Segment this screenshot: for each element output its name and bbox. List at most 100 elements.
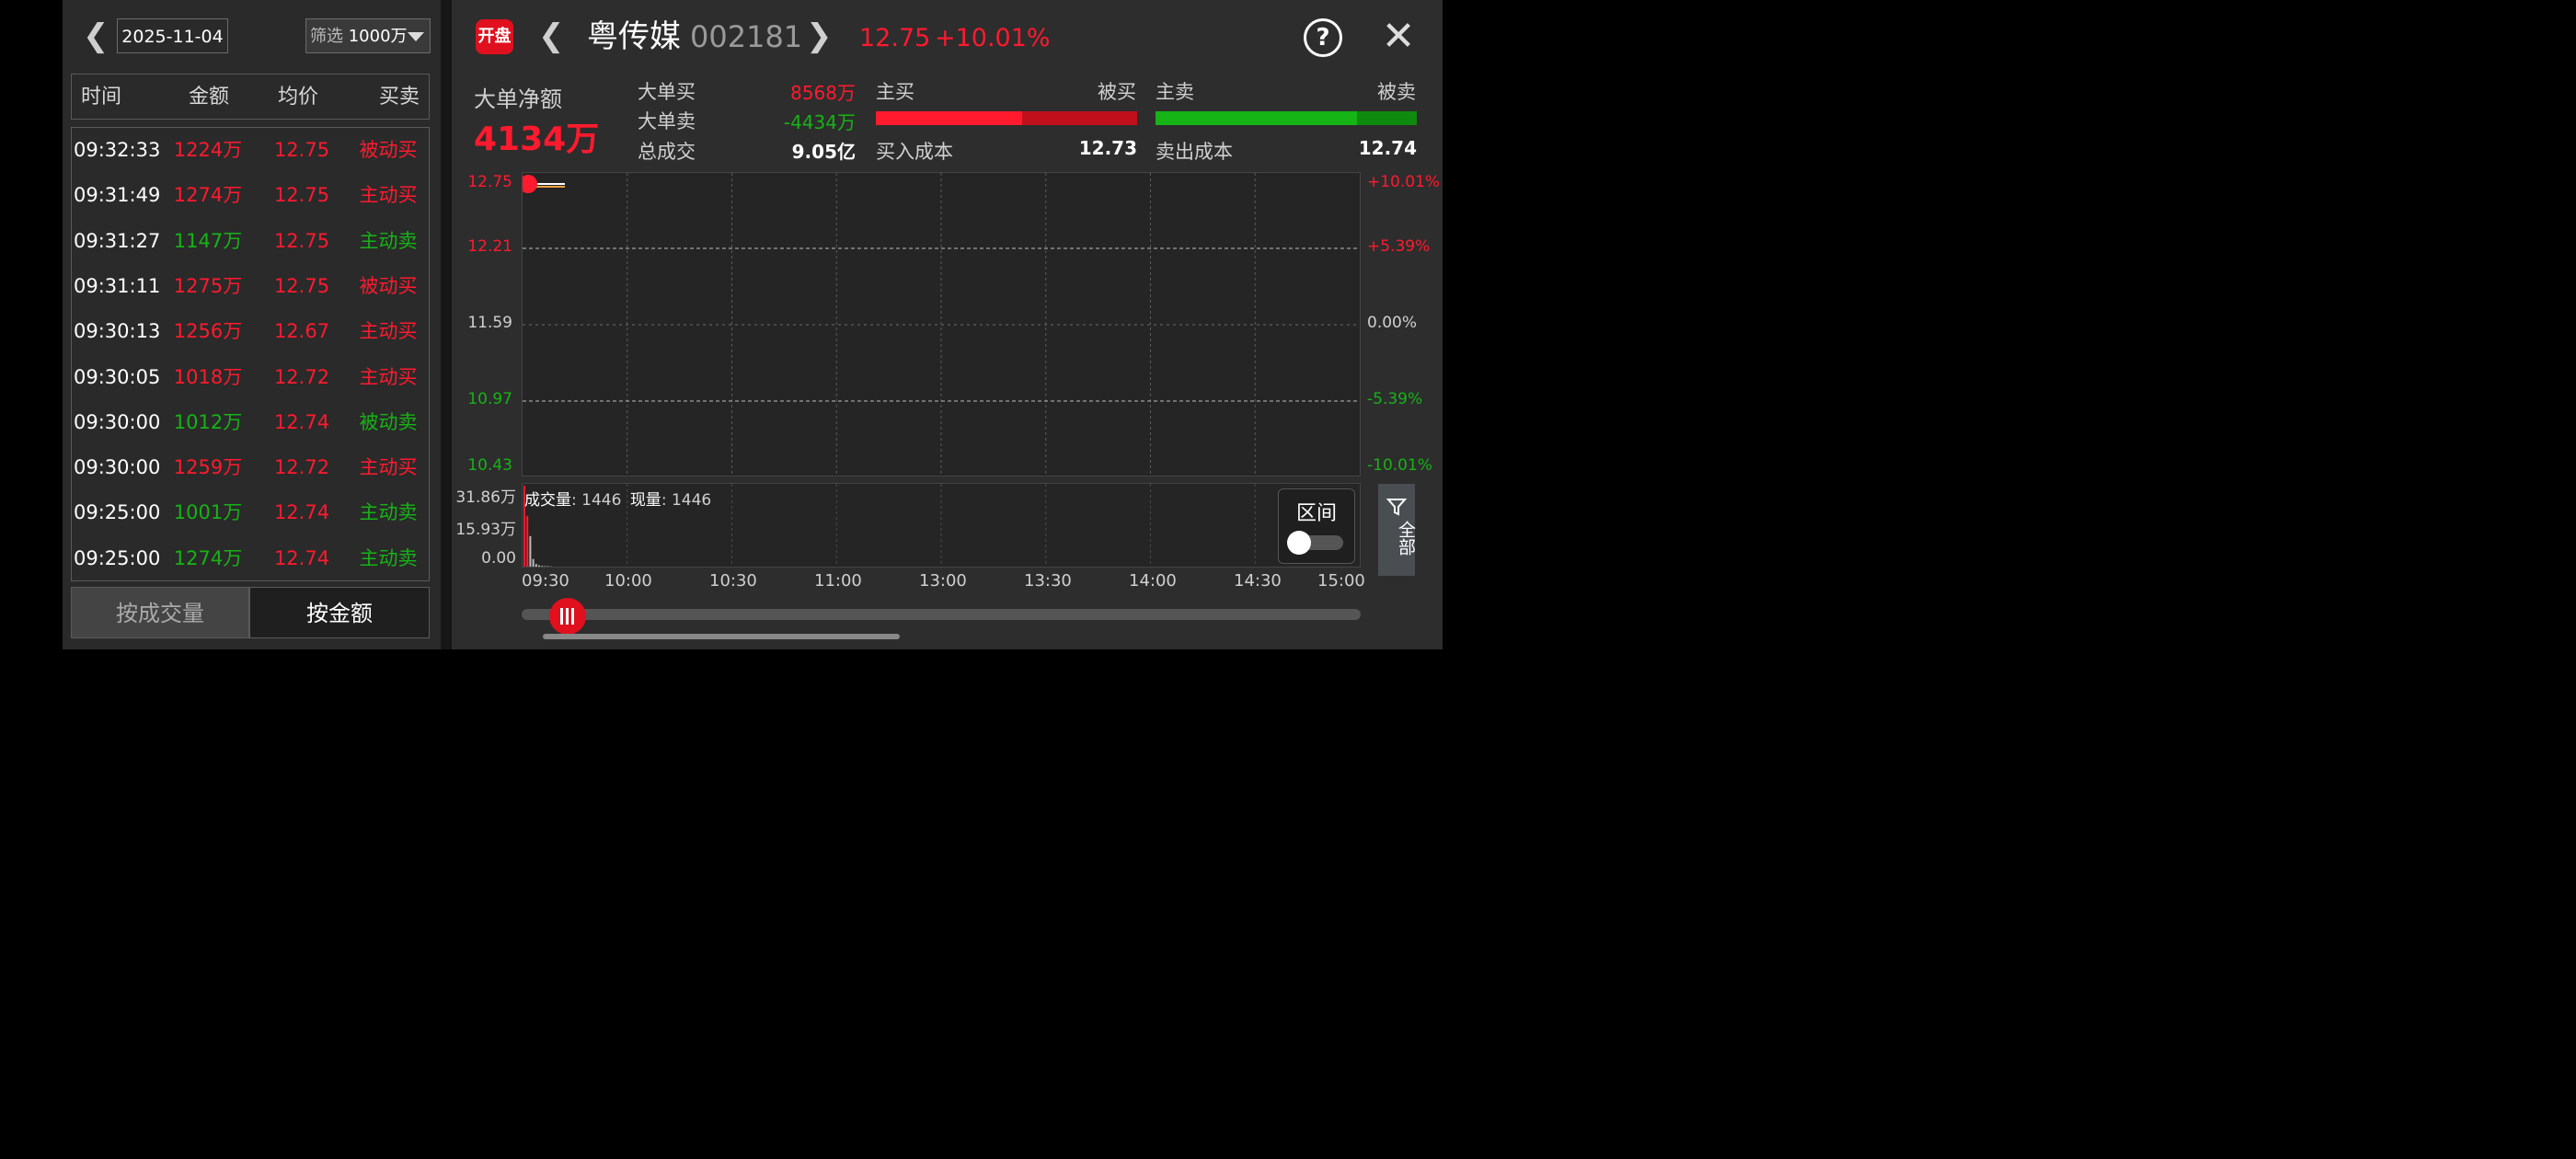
by-volume-button[interactable]: 按成交量 [71, 587, 249, 638]
time-slider-track[interactable] [522, 609, 1361, 620]
table-row[interactable]: 09:31:49 1274万 12.75 主动买 [72, 173, 429, 218]
volume-y-axis: 31.86万 15.93万 0.00 [452, 483, 518, 568]
volume-value: 1446 [581, 491, 622, 510]
x-tick: 09:30 [522, 571, 569, 591]
date-picker[interactable]: 2025-11-04 [117, 18, 228, 53]
prev-date-chevron-icon[interactable]: ❮ [83, 20, 109, 52]
kaipan-logo: 开盘 [476, 19, 513, 54]
cell-direction: 主动卖 [359, 501, 418, 524]
filter-label: 筛选 [310, 27, 343, 46]
x-tick: 10:00 [604, 571, 652, 591]
current-volume-label: 现量 [629, 491, 661, 510]
big-sell-label: 大单卖 [638, 110, 696, 132]
cell-direction: 主动买 [359, 365, 418, 388]
x-tick: 15:00 [1317, 571, 1365, 591]
y-tick-left: 11.59 [467, 314, 512, 332]
cell-avg-price: 12.74 [273, 410, 330, 433]
y-axis-left: 12.75 12.21 11.59 10.97 10.43 [452, 172, 518, 476]
cell-amount: 1012万 [173, 410, 243, 433]
table-row[interactable]: 09:25:00 1001万 12.74 主动卖 [72, 490, 429, 535]
table-row[interactable]: 09:25:00 1274万 12.74 主动卖 [72, 536, 429, 581]
volume-bar [546, 566, 549, 567]
x-tick: 14:30 [1234, 571, 1282, 591]
stock-price: 12.75 [859, 24, 931, 52]
table-row[interactable]: 09:31:27 1147万 12.75 主动卖 [72, 219, 429, 264]
big-buy-label: 大单买 [638, 81, 696, 103]
passive-buy-label: 被买 [1098, 81, 1136, 103]
buy-bar [876, 111, 1137, 125]
table-row[interactable]: 09:32:33 1224万 12.75 被动买 [72, 128, 429, 173]
filter-dropdown[interactable]: 筛选 1000万 [305, 18, 431, 53]
cell-time: 09:30:00 [74, 456, 161, 479]
big-sell-value: -4434万 [783, 111, 856, 133]
range-label: 区间 [1295, 502, 1337, 525]
y-tick-left: 10.97 [467, 390, 512, 408]
cell-avg-price: 12.74 [273, 546, 330, 569]
buy-cost-label: 买入成本 [876, 141, 953, 163]
cell-direction: 被动买 [359, 139, 418, 161]
buy-bar-main [876, 111, 1023, 125]
cell-avg-price: 12.72 [273, 365, 330, 388]
x-tick: 13:00 [919, 571, 967, 591]
table-row[interactable]: 09:30:13 1256万 12.67 主动买 [72, 309, 429, 354]
y-tick-right: +5.39% [1367, 237, 1431, 256]
x-tick: 10:30 [709, 571, 757, 591]
table-row[interactable]: 09:30:05 1018万 12.72 主动买 [72, 355, 429, 400]
cell-direction: 被动买 [359, 274, 418, 297]
y-tick-right: 0.00% [1367, 314, 1418, 332]
buy-cost-value: 12.73 [1078, 137, 1137, 159]
y-axis-right: +10.01% +5.39% 0.00% -5.39% -10.01% [1364, 172, 1443, 476]
volume-tick: 31.86万 [455, 488, 516, 507]
sell-bar [1156, 111, 1417, 125]
cell-time: 09:25:00 [74, 501, 161, 524]
next-stock-chevron-icon[interactable]: ❯ [806, 20, 833, 52]
cell-time: 09:31:27 [74, 229, 161, 252]
y-tick-left: 12.75 [467, 173, 512, 191]
main-sell-label: 主卖 [1156, 81, 1194, 103]
y-tick-right: -5.39% [1367, 390, 1423, 408]
x-tick: 11:00 [814, 571, 862, 591]
help-icon[interactable]: ? [1304, 18, 1342, 57]
cell-time: 09:31:49 [74, 184, 161, 207]
cell-time: 09:25:00 [74, 546, 161, 569]
net-amount-value: 4134万 [474, 120, 600, 158]
cell-time: 09:32:33 [74, 139, 161, 161]
big-buy-value: 8568万 [790, 82, 856, 104]
volume-chart[interactable]: 成交量: 1446 现量: 1446 [522, 483, 1361, 568]
time-slider-handle[interactable] [549, 598, 586, 635]
range-toggle-box[interactable]: 区间 [1278, 488, 1355, 564]
volume-label: 成交量 [524, 491, 571, 510]
volume-bar [532, 558, 535, 567]
x-tick: 14:00 [1129, 571, 1177, 591]
sell-cost-value: 12.74 [1358, 137, 1417, 159]
trade-list[interactable]: 09:32:33 1224万 12.75 被动买 09:31:49 1274万 12.75 主… [71, 127, 430, 581]
cell-amount: 1274万 [173, 546, 243, 569]
table-row[interactable]: 09:31:11 1275万 12.75 被动买 [72, 264, 429, 309]
volume-bar [526, 515, 529, 567]
cell-time: 09:30:13 [74, 320, 161, 343]
stock-name: 粤传媒 [587, 18, 681, 55]
cell-avg-price: 12.74 [273, 501, 330, 524]
cell-avg-price: 12.72 [273, 456, 330, 479]
funnel-icon [1386, 499, 1407, 516]
close-icon[interactable]: ✕ [1380, 17, 1417, 57]
price-chart[interactable] [522, 172, 1361, 476]
prev-stock-chevron-icon[interactable]: ❮ [538, 20, 565, 52]
horizontal-scrollbar[interactable] [543, 634, 900, 639]
cell-time: 09:30:00 [74, 410, 161, 433]
cell-avg-price: 12.75 [273, 184, 330, 207]
sell-cost-label: 卖出成本 [1156, 141, 1233, 163]
filter-all-button[interactable]: 全部 [1378, 484, 1416, 576]
cell-direction: 主动买 [359, 184, 418, 207]
range-toggle-knob[interactable] [1287, 531, 1311, 555]
header-avg-price: 均价 [278, 86, 319, 109]
header-amount: 金额 [189, 86, 230, 109]
y-tick-left: 10.43 [467, 456, 512, 475]
table-row[interactable]: 09:30:00 1259万 12.72 主动买 [72, 445, 429, 490]
cell-amount: 1274万 [173, 184, 243, 207]
panel-divider [441, 0, 452, 649]
table-row[interactable]: 09:30:00 1012万 12.74 被动卖 [72, 400, 429, 445]
volume-readout: 成交量: 1446 现量: 1446 [524, 491, 712, 510]
x-axis: 09:30 10:00 10:30 11:00 13:00 13:30 14:00 14:30… [515, 571, 1380, 593]
by-amount-button[interactable]: 按金额 [249, 587, 430, 638]
